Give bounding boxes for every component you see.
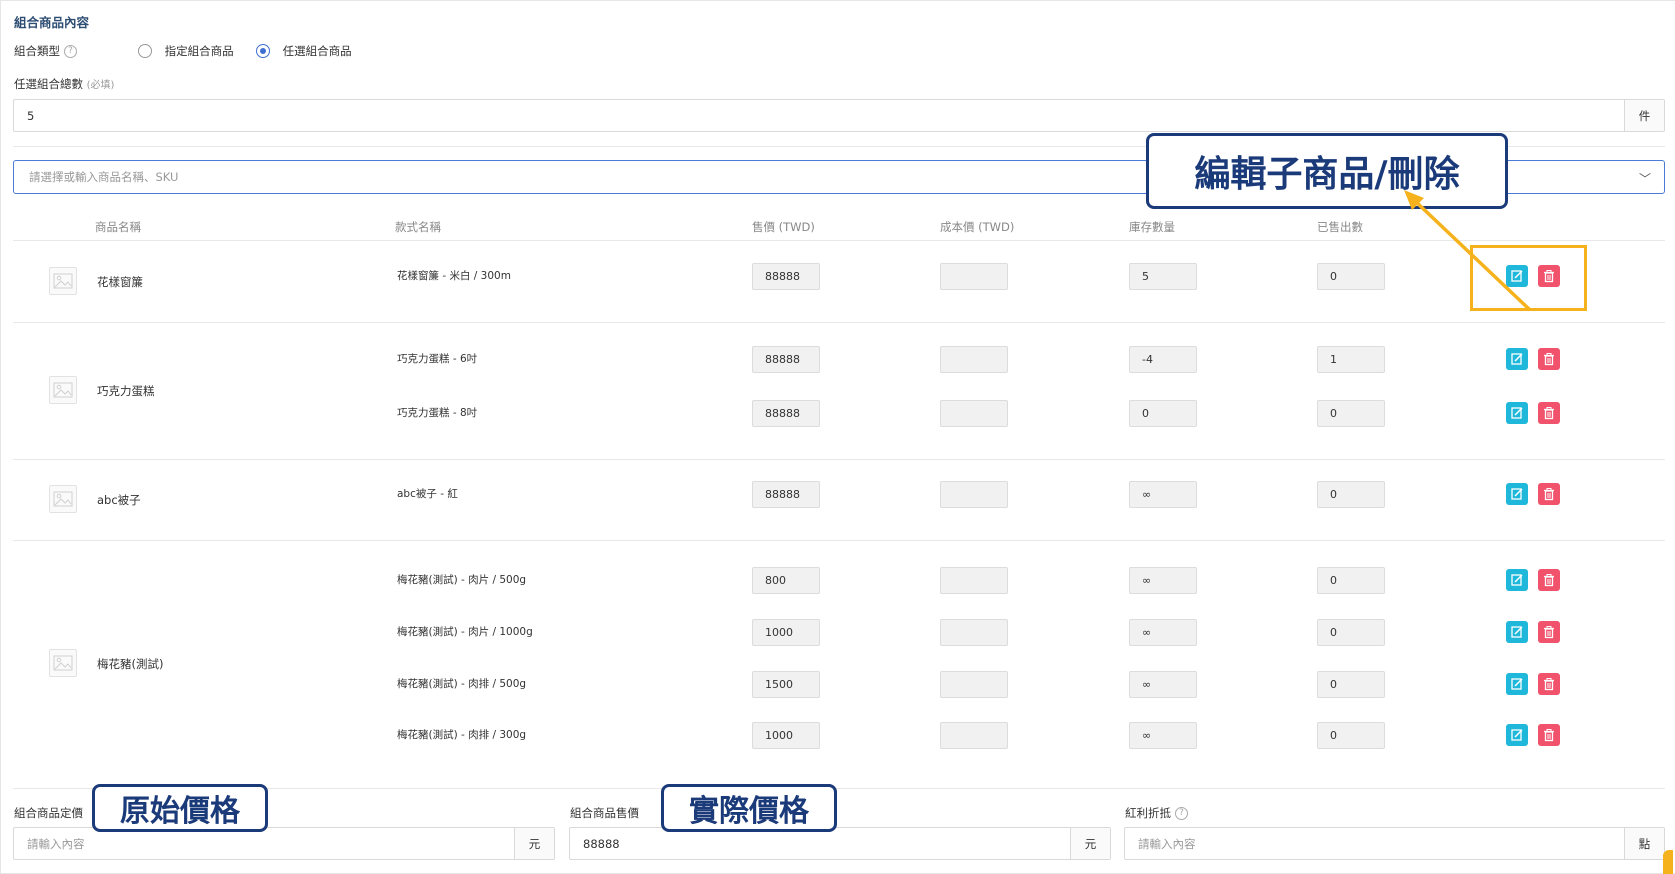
stock-field[interactable]: 5 [1129,263,1197,290]
row-divider [13,540,1665,541]
product-thumbnail [49,375,77,404]
product-name: 巧克力蛋糕 [97,383,155,398]
points-input[interactable]: 請輸入內容 點 [1124,827,1665,860]
unit-suffix: 元 [514,828,554,859]
section-title: 組合商品內容 [14,15,90,30]
product-thumbnail [49,484,77,513]
trash-icon[interactable] [1538,348,1560,370]
cost-field[interactable] [940,671,1008,698]
stock-field[interactable]: -4 [1129,346,1197,373]
stock-field[interactable]: ∞ [1129,722,1197,749]
sale-price-input[interactable]: 88888 元 [569,827,1111,860]
callout-actual-price: 實際價格 [661,784,837,832]
cost-field[interactable] [940,481,1008,508]
radio-checked-icon[interactable] [256,44,270,58]
edit-icon[interactable] [1506,724,1528,746]
variant-name: 巧克力蛋糕 - 8吋 [397,407,478,419]
price-field[interactable]: 88888 [752,263,820,290]
callout-original-price: 原始價格 [92,784,268,832]
total-count-label: 任選組合總數 (必填) [14,77,115,91]
stock-field[interactable]: 0 [1129,400,1197,427]
sold-field[interactable]: 0 [1317,400,1385,427]
trash-icon[interactable] [1538,569,1560,591]
unit-suffix: 點 [1624,828,1664,859]
help-icon[interactable]: ? [1175,807,1188,820]
sold-field[interactable]: 0 [1317,481,1385,508]
product-name: 花樣窗簾 [97,274,143,289]
cost-field[interactable] [940,263,1008,290]
price-field[interactable]: 800 [752,567,820,594]
edit-icon[interactable] [1506,483,1528,505]
sold-field[interactable]: 0 [1317,671,1385,698]
price-field[interactable]: 1500 [752,671,820,698]
price-field[interactable]: 1000 [752,619,820,646]
combo-type-label: 組合類型? [14,43,77,59]
sold-field[interactable]: 0 [1317,567,1385,594]
radio-any-combo[interactable]: 任選組合商品 [256,43,352,59]
edit-icon[interactable] [1506,402,1528,424]
unit-suffix: 件 [1624,100,1664,131]
radio-fixed-combo[interactable]: 指定組合商品 [138,43,234,59]
sold-field[interactable]: 0 [1317,722,1385,749]
th-price: 售價 (TWD) [752,220,815,234]
cost-field[interactable] [940,567,1008,594]
trash-icon[interactable] [1538,402,1560,424]
trash-icon[interactable] [1538,483,1560,505]
chevron-down-icon[interactable]: ﹀ [1639,170,1651,187]
row-divider [13,459,1665,460]
th-sold: 已售出數 [1317,220,1363,234]
cost-field[interactable] [940,346,1008,373]
variant-name: 花樣窗簾 - 米白 / 300m [397,270,511,282]
trash-icon[interactable] [1538,724,1560,746]
product-name: 梅花豬(測試) [97,657,164,671]
cost-field[interactable] [940,400,1008,427]
edit-icon[interactable] [1506,673,1528,695]
unit-suffix: 元 [1070,828,1110,859]
points-label: 紅利折抵? [1125,805,1188,821]
price-field[interactable]: 88888 [752,346,820,373]
th-cost: 成本價 (TWD) [940,220,1015,234]
edit-icon[interactable] [1506,569,1528,591]
price-field[interactable]: 1000 [752,722,820,749]
cost-field[interactable] [940,722,1008,749]
variant-name: 梅花豬(測試) - 肉排 / 500g [397,678,527,690]
trash-icon[interactable] [1538,673,1560,695]
highlight-box [1470,245,1587,311]
product-thumbnail [49,266,77,295]
stock-field[interactable]: ∞ [1129,481,1197,508]
th-product-name: 商品名稱 [95,220,141,234]
total-count-input[interactable]: 5 件 [13,99,1665,132]
variant-name: 梅花豬(測試) - 肉排 / 300g [397,729,527,741]
variant-name: 梅花豬(測試) - 肉片 / 1000g [397,626,533,638]
stock-field[interactable]: ∞ [1129,619,1197,646]
price-field[interactable]: 88888 [752,481,820,508]
edit-icon[interactable] [1506,621,1528,643]
trash-icon[interactable] [1538,621,1560,643]
list-price-input[interactable]: 請輸入內容 元 [13,827,555,860]
cost-field[interactable] [940,619,1008,646]
variant-name: 巧克力蛋糕 - 6吋 [397,353,478,365]
variant-name: abc被子 - 紅 [397,488,458,500]
radio-icon[interactable] [138,44,152,58]
sold-field[interactable]: 0 [1317,263,1385,290]
variant-name: 梅花豬(測試) - 肉片 / 500g [397,574,527,586]
th-variant-name: 款式名稱 [395,220,441,234]
product-thumbnail [49,649,77,677]
sale-price-label: 組合商品售價 [570,806,639,820]
product-name: abc被子 [97,492,141,507]
row-divider [13,322,1665,323]
stock-field[interactable]: ∞ [1129,671,1197,698]
help-icon[interactable]: ? [64,45,77,58]
corner-marker [1663,850,1673,874]
stock-field[interactable]: ∞ [1129,567,1197,594]
list-price-label: 組合商品定價 [14,806,83,820]
th-stock: 庫存數量 [1129,220,1175,234]
price-field[interactable]: 88888 [752,400,820,427]
edit-icon[interactable] [1506,348,1528,370]
sold-field[interactable]: 0 [1317,619,1385,646]
sold-field[interactable]: 1 [1317,346,1385,373]
